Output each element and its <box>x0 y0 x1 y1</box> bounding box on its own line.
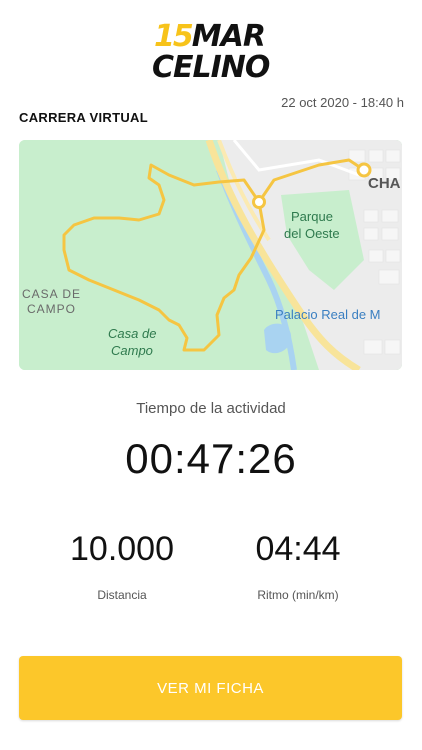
logo-word-1: MAR <box>191 19 266 54</box>
map-label-casa-italic-1: Casa de <box>108 326 157 341</box>
event-type-label: CARRERA VIRTUAL <box>19 110 148 125</box>
pace-label: Ritmo (min/km) <box>257 588 339 602</box>
view-sheet-button[interactable]: VER MI FICHA <box>19 656 402 720</box>
duration-value: 00:47:26 <box>125 435 297 482</box>
pace-value: 04:44 <box>255 530 341 568</box>
duration-label: Tiempo de la actividad <box>136 400 286 417</box>
map-label-casa-upper-1: CASA DE <box>22 287 82 301</box>
activity-timestamp: 22 oct 2020 - 18:40 h <box>281 95 404 110</box>
distance-value: 10.000 <box>70 530 174 568</box>
route-start-marker <box>252 195 266 209</box>
map-label-chamberi: CHA <box>368 175 401 192</box>
map-canvas <box>19 140 402 370</box>
logo-number: 15 <box>154 19 194 54</box>
route-map[interactable]: CHA Parque del Oeste CASA DE CAMPO Casa … <box>19 140 402 370</box>
map-label-casa-upper-2: CAMPO <box>27 302 77 316</box>
logo-word-2: CELINO <box>152 50 270 85</box>
map-label-parque-1: Parque <box>291 209 333 224</box>
distance-label: Distancia <box>97 588 147 602</box>
map-label-palacio: Palacio Real de M <box>275 307 381 322</box>
brand-logo: 15MAR CELINO <box>150 20 272 86</box>
map-label-parque-2: del Oeste <box>284 226 340 241</box>
map-label-casa-italic-2: Campo <box>111 343 153 358</box>
